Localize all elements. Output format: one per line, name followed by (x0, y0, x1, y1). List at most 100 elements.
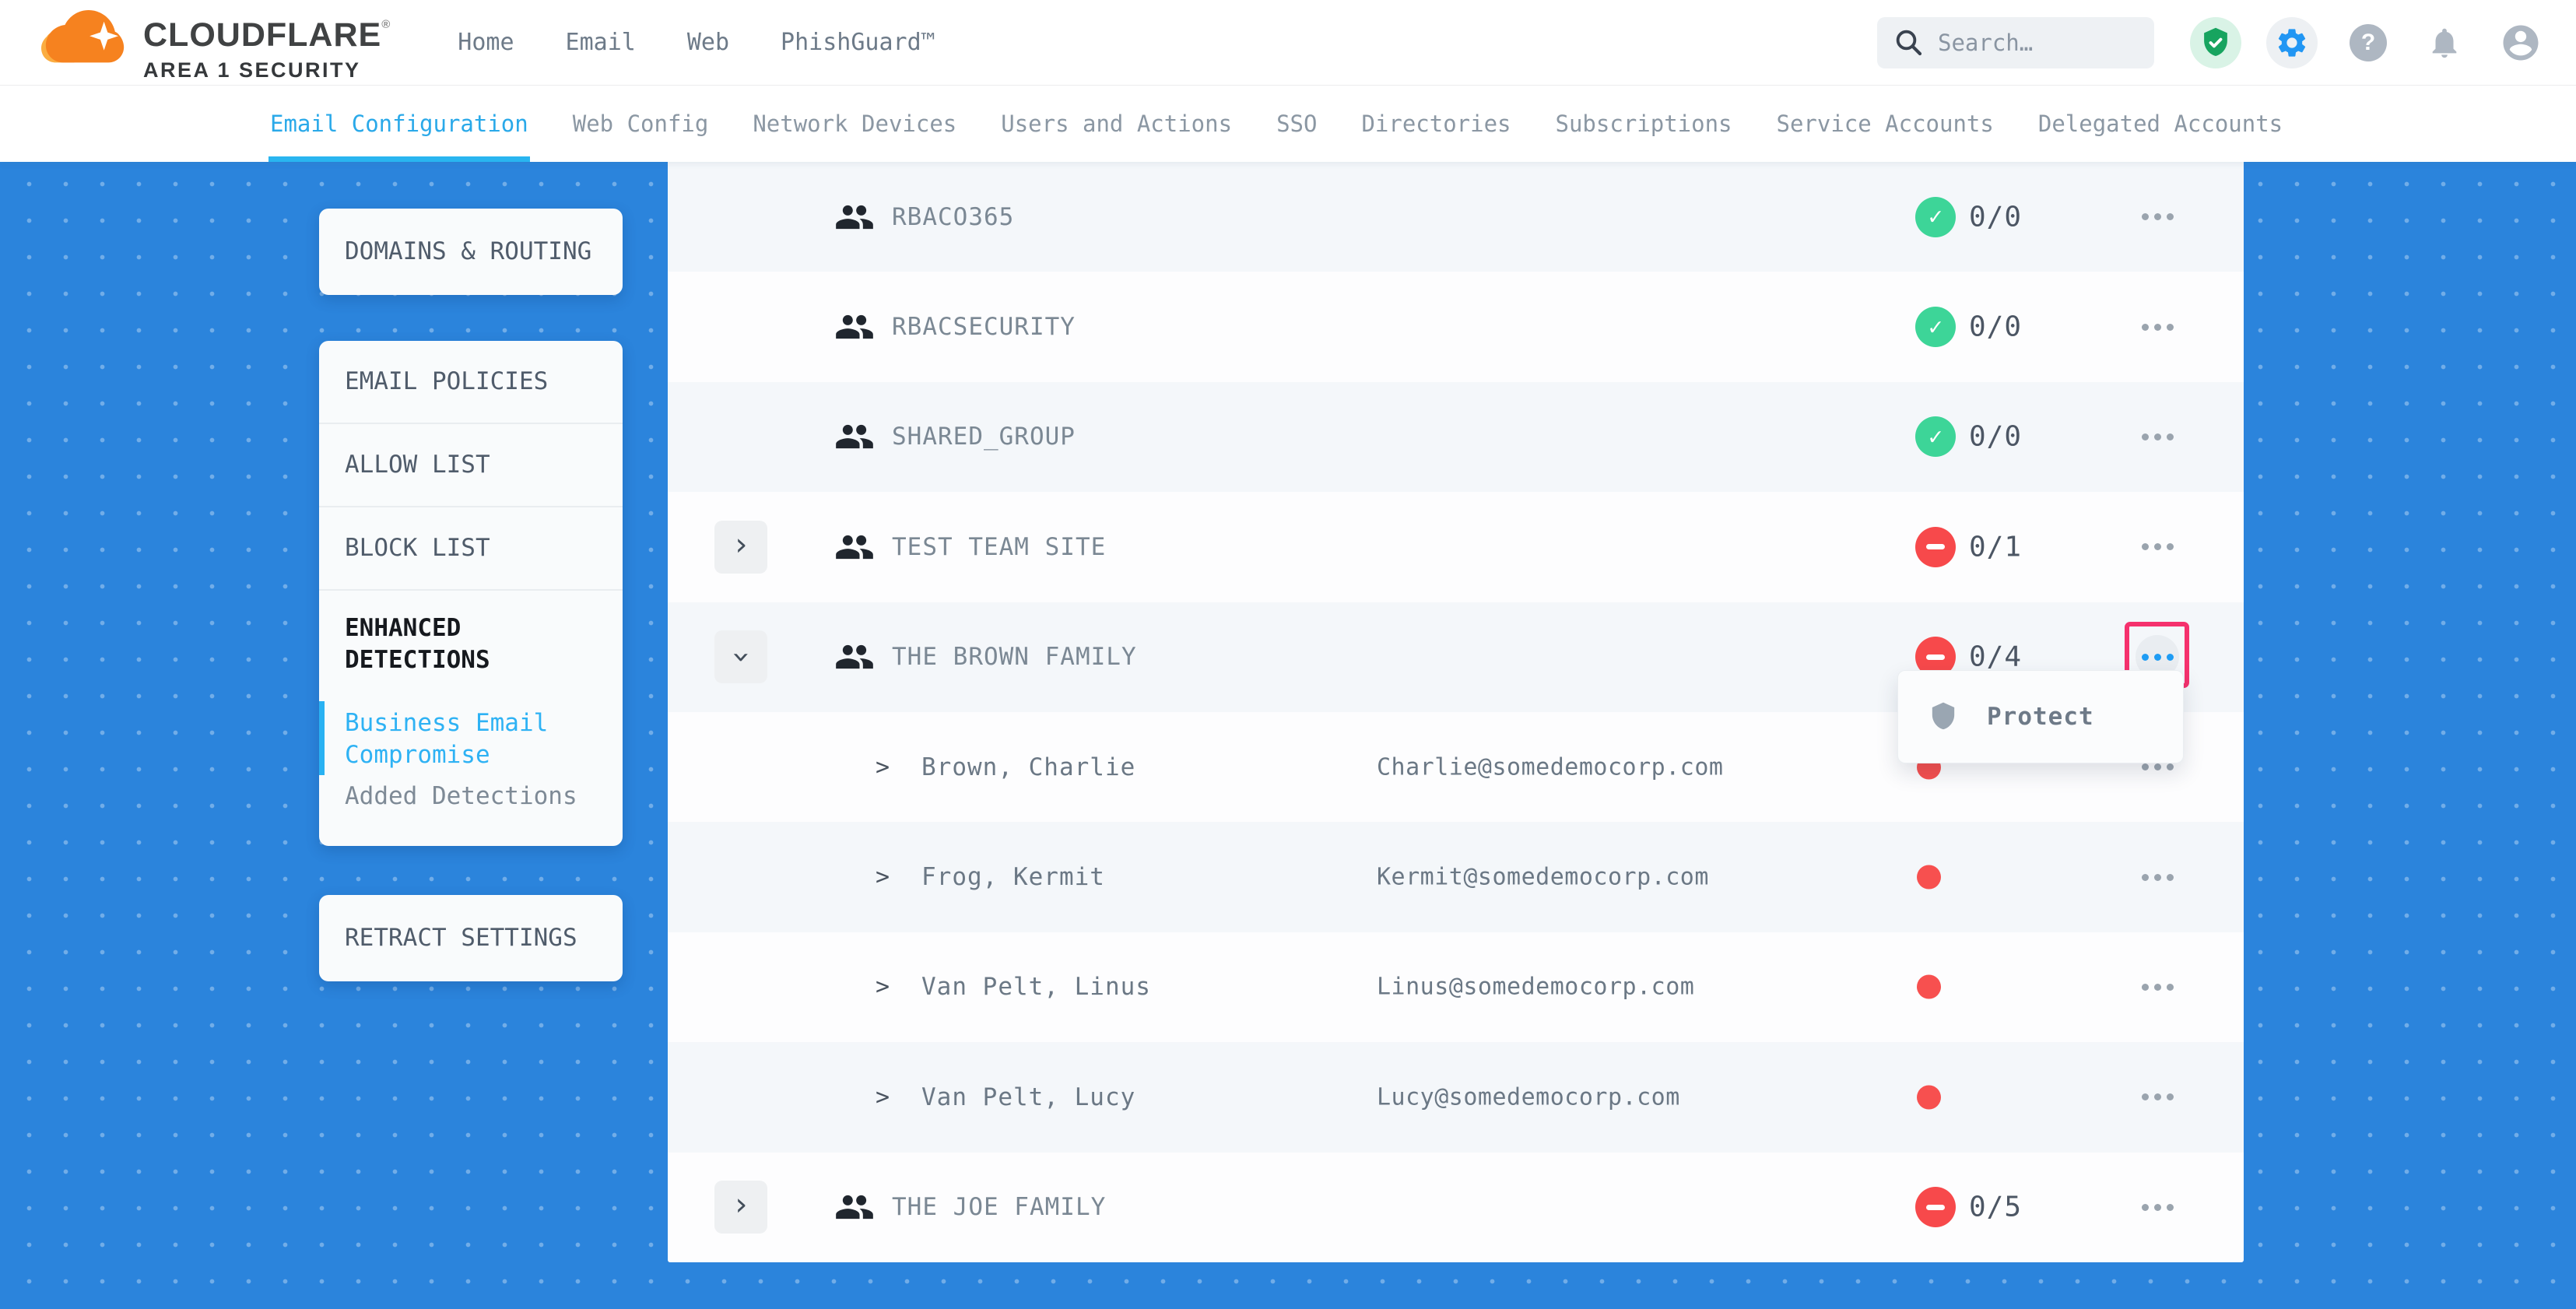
app-header: CLOUDFLARE® AREA 1 SECURITY Home Email Web… (0, 0, 2576, 86)
top-nav: Home Email Web PhishGuard™ (458, 29, 935, 56)
row-actions-menu-button[interactable] (2136, 855, 2179, 899)
sidebar-item-label: BLOCK LIST (345, 532, 490, 564)
chevron-right-icon[interactable] (876, 753, 890, 781)
help-icon[interactable]: ? (2343, 17, 2394, 68)
subnav-tab[interactable]: Service Accounts (1777, 86, 1994, 162)
row-actions-menu-button[interactable] (2136, 1185, 2179, 1229)
sidebar-item[interactable]: Business Email Compromise (319, 697, 623, 781)
logo-text: CLOUDFLARE® AREA 1 SECURITY (143, 3, 391, 82)
cloudflare-logo[interactable]: CLOUDFLARE® AREA 1 SECURITY (40, 3, 391, 82)
question-mark-glyph: ? (2350, 24, 2387, 61)
shield-icon (1928, 701, 1959, 732)
member-count: 0/0 (1969, 311, 2022, 343)
sidebar-item[interactable]: DOMAINS & ROUTING (319, 209, 623, 295)
sidebar-item-label: DOMAINS & ROUTING (345, 236, 591, 268)
group-people-icon (834, 1187, 875, 1227)
member-email: Charlie@somedemocorp.com (1377, 753, 1723, 781)
top-nav-item[interactable]: Email (566, 29, 636, 56)
subnav-tab[interactable]: Directories (1361, 86, 1511, 162)
sidebar-item[interactable]: EMAIL POLICIES (319, 341, 623, 424)
status-dot (1917, 865, 1941, 890)
subnav-tab[interactable]: SSO (1276, 86, 1317, 162)
member-count: 0/0 (1969, 201, 2022, 233)
status-icon (1915, 197, 1956, 237)
protection-shield-check-icon[interactable] (2190, 17, 2241, 68)
row-actions-menu-button[interactable] (2136, 305, 2179, 349)
member-name: Frog, Kermit (921, 863, 1105, 891)
group-row: RBACSECURITY 0/0 (668, 272, 2244, 381)
group-name: THE BROWN FAMILY (892, 643, 1137, 671)
search-input[interactable] (1938, 30, 2125, 56)
chevron-right-icon[interactable] (876, 864, 890, 891)
protect-menu-item[interactable]: Protect (1898, 671, 2183, 763)
header-right: ? (1877, 0, 2546, 86)
ellipsis-icon (2154, 433, 2161, 440)
group-people-icon (834, 197, 875, 237)
chevron-right-icon[interactable] (876, 974, 890, 1001)
group-row: SHARED_GROUP 0/0 (668, 382, 2244, 492)
top-nav-item[interactable]: PhishGuard™ (781, 29, 935, 56)
settings-gear-icon[interactable] (2266, 17, 2318, 68)
group-row: TEST TEAM SITE 0/1 (668, 492, 2244, 602)
top-nav-item[interactable]: Web (687, 29, 729, 56)
member-email: Linus@somedemocorp.com (1377, 974, 1694, 1001)
sidebar-item[interactable]: ENHANCED DETECTIONS (319, 591, 623, 697)
member-count: 0/5 (1969, 1191, 2022, 1223)
cloudflare-cloud-icon (40, 3, 132, 68)
status-icon (1915, 1187, 1956, 1227)
subnav-tab[interactable]: Email Configuration (270, 86, 528, 162)
group-name: THE JOE FAMILY (892, 1193, 1106, 1221)
group-people-icon (834, 307, 875, 347)
group-name: RBACSECURITY (892, 313, 1076, 341)
ellipsis-icon (2154, 543, 2161, 550)
group-name: RBACO365 (892, 203, 1014, 231)
expand-chevron-button[interactable] (714, 630, 767, 683)
sidebar-item[interactable]: ALLOW LIST (319, 424, 623, 507)
sidebar-item-label: RETRACT SETTINGS (345, 922, 577, 954)
group-name: TEST TEAM SITE (892, 533, 1106, 561)
group-people-icon (834, 637, 875, 677)
sidebar-item[interactable]: BLOCK LIST (319, 507, 623, 591)
sidebar-item[interactable]: Added Detections (319, 781, 623, 846)
sidebar-item[interactable]: RETRACT SETTINGS (319, 895, 623, 981)
sidebar-item-label: Business Email Compromise (345, 707, 597, 771)
account-icon[interactable] (2495, 17, 2546, 68)
header-icons: ? (2190, 17, 2546, 68)
row-actions-menu-button[interactable] (2136, 195, 2179, 239)
content-area: DOMAINS & ROUTING EMAIL POLICIESALLOW LIS… (0, 162, 2576, 1309)
search-box (1877, 17, 2154, 68)
protect-label: Protect (1987, 703, 2094, 731)
context-menu: Protect (1897, 670, 2184, 763)
row-actions-menu-button[interactable] (2136, 965, 2179, 1009)
subnav-tab[interactable]: Users and Actions (1001, 86, 1232, 162)
subnav-tab[interactable]: Subscriptions (1556, 86, 1732, 162)
member-email: Lucy@somedemocorp.com (1377, 1083, 1680, 1111)
status-dot (1917, 975, 1941, 999)
sidebar-item-label: Added Detections (345, 781, 577, 812)
subnav-tab[interactable]: Network Devices (753, 86, 956, 162)
notifications-bell-icon[interactable] (2419, 17, 2470, 68)
ellipsis-icon (2154, 1093, 2161, 1100)
subnav: Email Configuration Web Config Network Dev… (0, 86, 2576, 162)
sidebar-card: EMAIL POLICIESALLOW LIST BLOCK LIST ENHANC… (319, 341, 623, 846)
sidebar: DOMAINS & ROUTING EMAIL POLICIESALLOW LIS… (319, 162, 623, 981)
sidebar-item-label: ENHANCED DETECTIONS (345, 612, 597, 676)
subnav-tab[interactable]: Delegated Accounts (2038, 86, 2283, 162)
chevron-right-icon[interactable] (876, 1083, 890, 1111)
search-icon (1893, 26, 1925, 59)
page: CLOUDFLARE® AREA 1 SECURITY Home Email Web… (0, 0, 2576, 1309)
row-actions-menu-button[interactable] (2136, 525, 2179, 569)
ellipsis-icon (2154, 763, 2161, 770)
status-dot (1917, 1085, 1941, 1109)
row-actions-menu-button[interactable] (2136, 1076, 2179, 1119)
expand-chevron-button[interactable] (714, 1181, 767, 1234)
top-nav-item[interactable]: Home (458, 29, 514, 56)
row-actions-menu-button[interactable] (2136, 415, 2179, 458)
member-row: Frog, Kermit Kermit@somedemocorp.com (668, 822, 2244, 932)
member-name: Van Pelt, Lucy (921, 1083, 1135, 1111)
expand-chevron-button[interactable] (714, 521, 767, 574)
subnav-tab[interactable]: Web Config (573, 86, 709, 162)
member-email: Kermit@somedemocorp.com (1377, 864, 1709, 891)
ellipsis-icon (2154, 984, 2161, 991)
ellipsis-icon (2154, 654, 2161, 661)
